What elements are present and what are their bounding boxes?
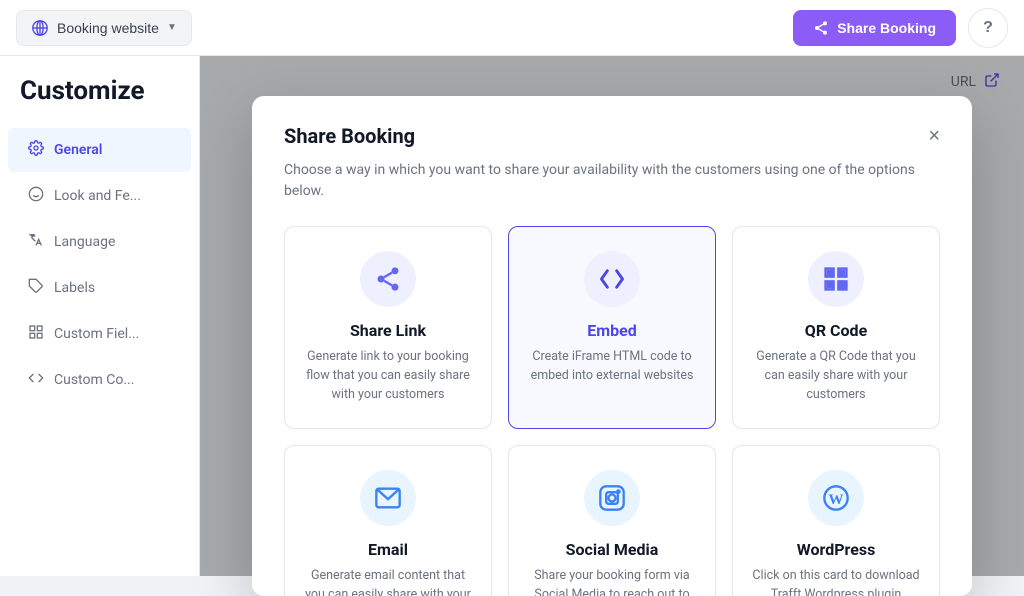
sidebar-panel: General Look and Fe... xyxy=(0,126,199,404)
sidebar-item-custom-code[interactable]: Custom Co... xyxy=(8,358,191,402)
modal-close-button[interactable]: × xyxy=(928,126,940,146)
share-link-title: Share Link xyxy=(301,321,475,340)
booking-website-button[interactable]: Booking website ▼ xyxy=(16,10,192,46)
sidebar-item-label: Custom Fiel... xyxy=(54,326,139,342)
page-title: Customize xyxy=(0,76,199,126)
help-button[interactable]: ? xyxy=(968,8,1008,48)
social-media-desc: Share your booking form via Social Media… xyxy=(525,567,699,596)
email-card[interactable]: Email Generate email content that you ca… xyxy=(284,445,492,596)
settings-icon xyxy=(28,140,44,160)
cards-grid: Share Link Generate link to your booking… xyxy=(284,226,940,596)
content-area: URL Share Booking × Choose a way in whic… xyxy=(200,56,1024,576)
wordpress-desc: Click on this card to download Trafft Wo… xyxy=(749,567,923,596)
email-icon-wrap xyxy=(360,470,416,526)
navbar-left: Booking website ▼ xyxy=(16,10,192,46)
email-desc: Generate email content that you can easi… xyxy=(301,567,475,596)
navbar-right: Share Booking ? xyxy=(793,8,1008,48)
globe-icon xyxy=(31,19,49,37)
email-icon xyxy=(374,484,402,512)
sidebar-item-label: Language xyxy=(54,234,115,250)
email-title: Email xyxy=(301,540,475,559)
embed-icon-wrap xyxy=(584,251,640,307)
sidebar-item-label: Custom Co... xyxy=(54,372,134,388)
sidebar-item-look-feel[interactable]: Look and Fe... xyxy=(8,174,191,218)
share-link-desc: Generate link to your booking flow that … xyxy=(301,348,475,404)
qr-code-icon-wrap xyxy=(808,251,864,307)
modal-title: Share Booking xyxy=(284,124,415,148)
share-booking-modal: Share Booking × Choose a way in which yo… xyxy=(252,96,972,596)
sidebar-item-custom-fields[interactable]: Custom Fiel... xyxy=(8,312,191,356)
share-booking-button[interactable]: Share Booking xyxy=(793,10,956,46)
qr-code-title: QR Code xyxy=(749,321,923,340)
wordpress-card[interactable]: W WordPress Click on this card to downlo… xyxy=(732,445,940,596)
share-link-icon xyxy=(374,265,402,293)
share-booking-label: Share Booking xyxy=(837,20,936,36)
sidebar-item-label: Look and Fe... xyxy=(54,188,141,204)
qr-code-icon xyxy=(822,265,850,293)
social-media-card[interactable]: Social Media Share your booking form via… xyxy=(508,445,716,596)
svg-text:W: W xyxy=(828,491,843,508)
wordpress-icon: W xyxy=(822,484,850,512)
social-media-title: Social Media xyxy=(525,540,699,559)
main-area: Customize General xyxy=(0,56,1024,576)
share-icon xyxy=(813,20,829,36)
modal-header: Share Booking × xyxy=(284,124,940,148)
palette-icon xyxy=(28,186,44,206)
embed-card[interactable]: Embed Create iFrame HTML code to embed i… xyxy=(508,226,716,429)
sidebar-item-label: General xyxy=(54,142,102,158)
sidebar-item-language[interactable]: Language xyxy=(8,220,191,264)
share-link-card[interactable]: Share Link Generate link to your booking… xyxy=(284,226,492,429)
custom-fields-icon xyxy=(28,324,44,344)
social-media-icon xyxy=(598,484,626,512)
code-icon xyxy=(28,370,44,390)
modal-overlay: Share Booking × Choose a way in which yo… xyxy=(200,56,1024,576)
qr-code-card[interactable]: QR Code Generate a QR Code that you can … xyxy=(732,226,940,429)
language-icon xyxy=(28,232,44,252)
help-label: ? xyxy=(983,19,993,37)
booking-website-label: Booking website xyxy=(57,20,159,36)
qr-code-desc: Generate a QR Code that you can easily s… xyxy=(749,348,923,404)
embed-title: Embed xyxy=(525,321,699,340)
navbar: Booking website ▼ Share Booking ? xyxy=(0,0,1024,56)
sidebar-item-labels[interactable]: Labels xyxy=(8,266,191,310)
wordpress-title: WordPress xyxy=(749,540,923,559)
chevron-down-icon: ▼ xyxy=(167,22,177,33)
modal-subtitle: Choose a way in which you want to share … xyxy=(284,160,940,202)
embed-icon xyxy=(598,265,626,293)
sidebar: Customize General xyxy=(0,56,200,576)
wordpress-icon-wrap: W xyxy=(808,470,864,526)
sidebar-item-general[interactable]: General xyxy=(8,128,191,172)
share-link-icon-wrap xyxy=(360,251,416,307)
embed-desc: Create iFrame HTML code to embed into ex… xyxy=(525,348,699,386)
sidebar-item-label: Labels xyxy=(54,280,95,296)
labels-icon xyxy=(28,278,44,298)
social-media-icon-wrap xyxy=(584,470,640,526)
